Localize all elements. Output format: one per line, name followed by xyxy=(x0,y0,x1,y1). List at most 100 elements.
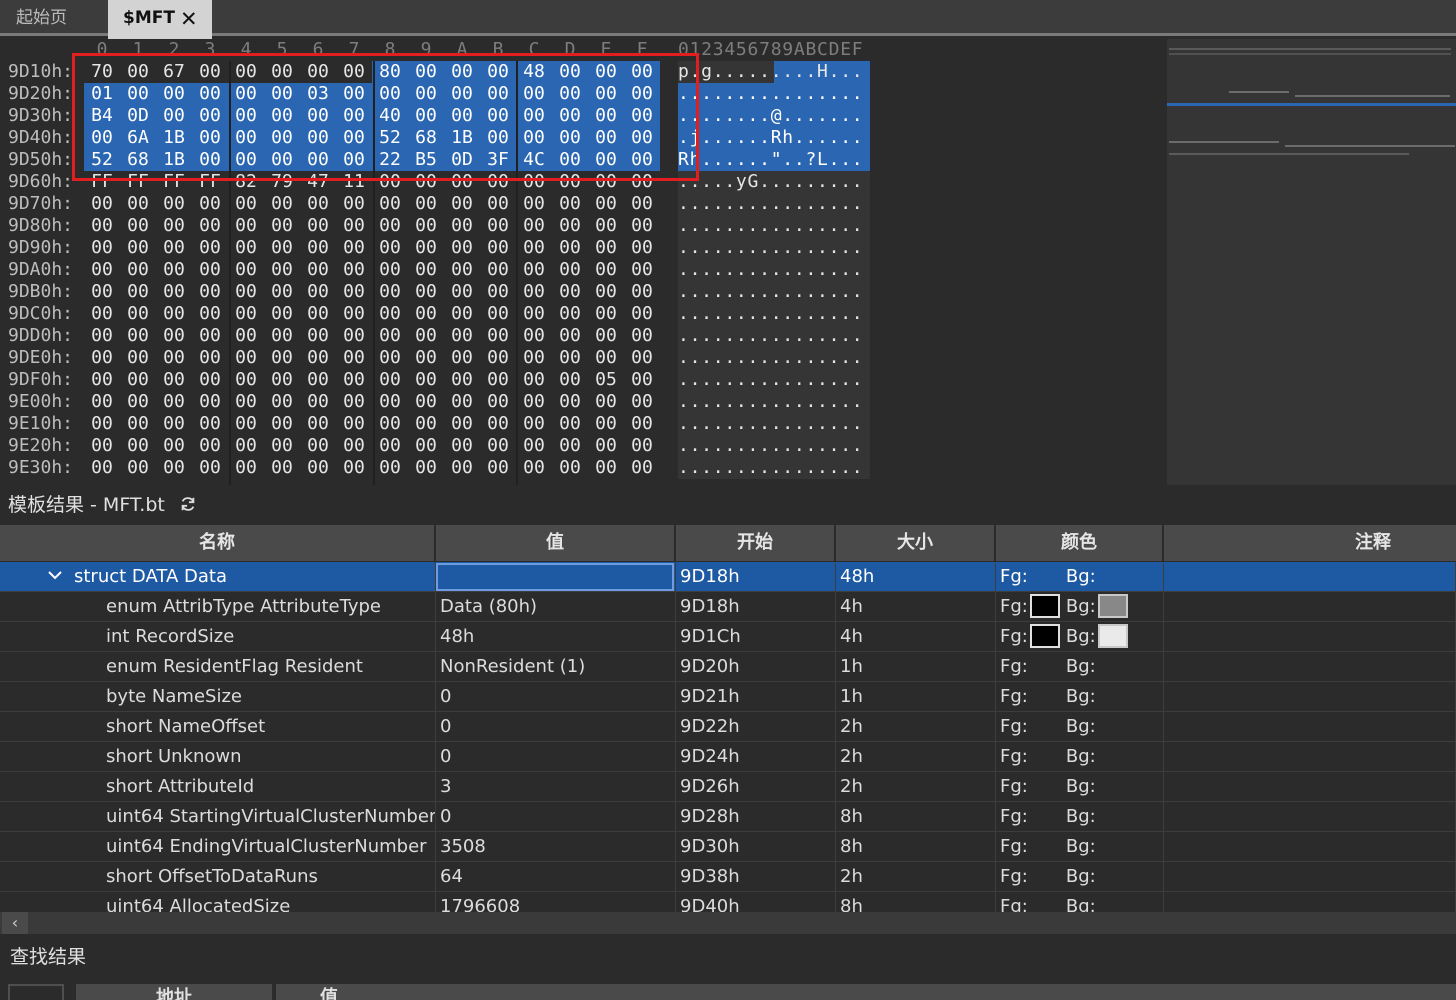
chevron-left-icon[interactable]: ‹ xyxy=(2,912,28,934)
hex-byte[interactable]: 00 xyxy=(228,215,264,237)
hex-byte[interactable]: 00 xyxy=(84,435,120,457)
hex-byte[interactable]: 00 xyxy=(552,215,588,237)
table-row[interactable]: uint64 EndingVirtualClusterNumber 3508 9D3… xyxy=(0,832,1456,862)
hex-byte[interactable]: 00 xyxy=(552,281,588,303)
hex-byte[interactable]: 00 xyxy=(516,369,552,391)
hex-byte[interactable]: 00 xyxy=(624,457,660,479)
hex-byte[interactable]: 00 xyxy=(516,259,552,281)
hex-byte[interactable]: 00 xyxy=(408,193,444,215)
hex-minimap[interactable] xyxy=(1167,39,1456,485)
hex-byte[interactable]: 00 xyxy=(300,391,336,413)
hex-row[interactable]: 9E10h: 00 00 00 00 00 00 00 00 00 00 00 00 00 00 00 00..… xyxy=(0,413,870,435)
hex-byte[interactable]: 00 xyxy=(480,413,516,435)
hex-byte[interactable]: 00 xyxy=(444,457,480,479)
hex-ascii-text[interactable]: ........@....... xyxy=(678,105,870,127)
hex-byte[interactable]: 00 xyxy=(120,435,156,457)
hex-byte[interactable]: 00 xyxy=(372,237,408,259)
hex-byte[interactable]: 00 xyxy=(336,281,372,303)
table-row-selected[interactable]: struct DATA Data 9D18h 48h Fg: Bg: xyxy=(0,562,1456,592)
hex-byte[interactable]: 00 xyxy=(588,193,624,215)
hex-byte[interactable]: 00 xyxy=(156,193,192,215)
hex-byte[interactable]: 00 xyxy=(624,391,660,413)
hex-byte[interactable]: 00 xyxy=(336,413,372,435)
hex-byte[interactable]: 00 xyxy=(336,303,372,325)
hex-byte[interactable]: 00 xyxy=(192,303,228,325)
tab-start-page[interactable]: 起始页 xyxy=(16,0,67,36)
column-header-size[interactable]: 大小 xyxy=(836,525,996,561)
column-header-name[interactable]: 名称 xyxy=(0,525,436,561)
fg-color-swatch[interactable] xyxy=(1029,623,1060,648)
hex-byte[interactable]: 00 xyxy=(588,259,624,281)
hex-byte[interactable]: 00 xyxy=(192,259,228,281)
hex-byte[interactable]: 00 xyxy=(192,193,228,215)
hex-byte[interactable]: 00 xyxy=(156,237,192,259)
table-row[interactable]: short Unknown 0 9D24h 2h Fg: Bg: xyxy=(0,742,1456,772)
hex-byte[interactable]: 00 xyxy=(588,457,624,479)
hex-row[interactable]: 9D80h: 00 00 00 00 00 00 00 00 00 00 00 00 00 00 00 00..… xyxy=(0,215,870,237)
hex-byte[interactable]: 00 xyxy=(120,259,156,281)
hex-byte[interactable]: 00 xyxy=(156,303,192,325)
hex-byte[interactable]: 00 xyxy=(516,325,552,347)
hex-byte[interactable]: 00 xyxy=(336,325,372,347)
column-header-address[interactable]: 地址 xyxy=(76,984,272,1000)
hex-byte[interactable]: 00 xyxy=(552,347,588,369)
hex-byte[interactable]: 00 xyxy=(192,391,228,413)
hex-byte[interactable]: 00 xyxy=(624,347,660,369)
hex-byte[interactable]: 00 xyxy=(300,281,336,303)
hex-byte[interactable]: 00 xyxy=(84,237,120,259)
hex-byte[interactable]: 00 xyxy=(228,457,264,479)
hex-editor[interactable]: 0123456789ABCDEF 0123456789ABCDEF 9D10h:… xyxy=(0,39,1167,485)
hex-byte[interactable]: 00 xyxy=(408,347,444,369)
hex-byte[interactable]: 00 xyxy=(372,391,408,413)
column-header-value[interactable]: 值 xyxy=(436,525,676,561)
hex-byte[interactable]: 00 xyxy=(84,369,120,391)
hex-byte[interactable]: 00 xyxy=(408,325,444,347)
hex-byte[interactable]: 00 xyxy=(300,435,336,457)
hex-ascii-text[interactable]: ................ xyxy=(678,435,870,457)
hex-byte[interactable]: 00 xyxy=(120,413,156,435)
hex-byte[interactable]: 00 xyxy=(336,347,372,369)
hex-byte[interactable]: 00 xyxy=(84,281,120,303)
hex-byte[interactable]: 00 xyxy=(372,281,408,303)
hex-byte[interactable]: 00 xyxy=(516,281,552,303)
hex-byte[interactable]: 00 xyxy=(156,259,192,281)
hex-byte[interactable]: 00 xyxy=(444,347,480,369)
tab-mft[interactable]: $MFT ✕ xyxy=(108,0,212,39)
hex-row[interactable]: 9E20h: 00 00 00 00 00 00 00 00 00 00 00 00 00 00 00 00..… xyxy=(0,435,870,457)
hex-byte[interactable]: 00 xyxy=(120,281,156,303)
hex-byte[interactable]: 00 xyxy=(336,215,372,237)
hex-byte[interactable]: 00 xyxy=(264,303,300,325)
hex-row[interactable]: 9D70h: 00 00 00 00 00 00 00 00 00 00 00 00 00 00 00 00..… xyxy=(0,193,870,215)
hex-byte[interactable]: 00 xyxy=(264,457,300,479)
fg-color-swatch[interactable] xyxy=(1029,593,1060,618)
hex-byte[interactable]: 00 xyxy=(264,237,300,259)
hex-byte[interactable]: 00 xyxy=(84,413,120,435)
hex-byte[interactable]: 00 xyxy=(480,457,516,479)
hex-byte[interactable]: 00 xyxy=(444,325,480,347)
bg-color-swatch[interactable] xyxy=(1097,623,1128,648)
hex-byte[interactable]: 00 xyxy=(192,413,228,435)
hex-row[interactable]: 9D90h: 00 00 00 00 00 00 00 00 00 00 00 00 00 00 00 00..… xyxy=(0,237,870,259)
hex-byte[interactable]: 00 xyxy=(228,237,264,259)
hex-byte[interactable]: 00 xyxy=(624,215,660,237)
hex-byte[interactable]: 00 xyxy=(516,391,552,413)
hex-byte[interactable]: 00 xyxy=(444,369,480,391)
hex-byte[interactable]: 00 xyxy=(480,347,516,369)
hex-ascii-text[interactable]: ................ xyxy=(678,391,870,413)
hex-byte[interactable]: 00 xyxy=(372,347,408,369)
hex-byte[interactable]: 00 xyxy=(480,237,516,259)
hex-ascii-text[interactable]: ................ xyxy=(678,83,870,105)
hex-byte[interactable]: 00 xyxy=(516,435,552,457)
hex-byte[interactable]: 00 xyxy=(336,391,372,413)
hex-byte[interactable]: 00 xyxy=(84,457,120,479)
hex-byte[interactable]: 00 xyxy=(192,237,228,259)
search-row-selector[interactable] xyxy=(8,984,64,1000)
hex-byte[interactable]: 00 xyxy=(300,457,336,479)
hex-byte[interactable]: 00 xyxy=(552,435,588,457)
hex-byte[interactable]: 00 xyxy=(480,193,516,215)
hex-byte[interactable]: 00 xyxy=(120,457,156,479)
hex-byte[interactable]: 00 xyxy=(120,391,156,413)
hex-byte[interactable]: 00 xyxy=(84,325,120,347)
hex-byte[interactable]: 00 xyxy=(444,281,480,303)
hex-byte[interactable]: 00 xyxy=(264,369,300,391)
